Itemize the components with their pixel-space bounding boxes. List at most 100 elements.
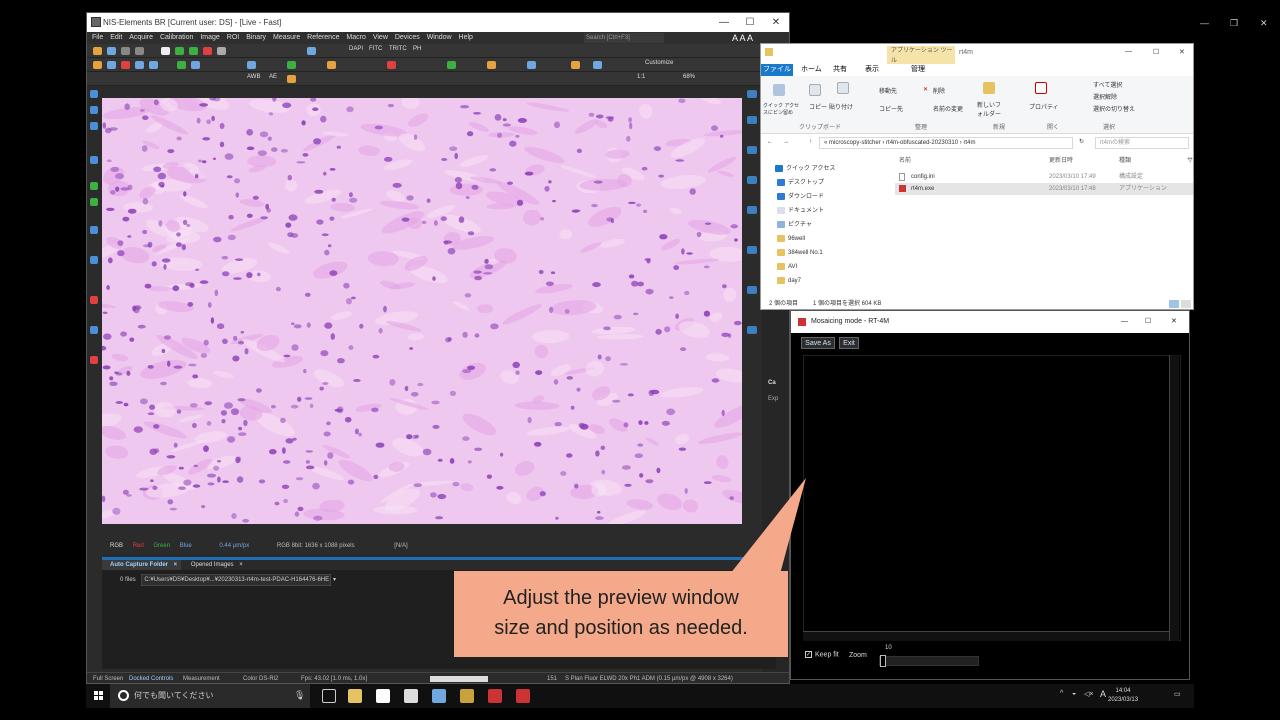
dapi-button[interactable]: DAPI <box>349 46 363 52</box>
open-icon[interactable] <box>93 47 102 55</box>
menu-roi[interactable]: ROI <box>227 34 239 41</box>
ae-button[interactable]: AE <box>269 74 277 80</box>
forward-icon[interactable]: → <box>783 134 789 151</box>
live-icon[interactable] <box>175 47 184 55</box>
windows-start-icon[interactable] <box>94 691 104 701</box>
col-type[interactable]: 種類 <box>1119 155 1131 164</box>
redo-icon[interactable] <box>135 47 144 55</box>
nis-elements-icon[interactable] <box>460 689 474 703</box>
annotation-icon[interactable] <box>90 326 98 334</box>
tab-file[interactable]: ファイル <box>761 64 793 76</box>
pointer-icon[interactable] <box>90 90 98 98</box>
tool-icon[interactable] <box>747 206 757 214</box>
tool-icon[interactable] <box>747 146 757 154</box>
select-all-button[interactable]: すべて選択 <box>1093 80 1122 89</box>
file-row[interactable]: config.ini 2023/03/10 17:49 構成設定 <box>895 171 1191 183</box>
tool-icon[interactable] <box>93 61 102 69</box>
ratio-button[interactable]: 1:1 <box>637 74 645 80</box>
histogram-icon[interactable] <box>287 75 296 83</box>
tool-icon[interactable] <box>747 286 757 294</box>
tab-view[interactable]: 表示 <box>865 64 879 76</box>
fitc-button[interactable]: FITC <box>369 46 382 52</box>
minimize-button[interactable]: — <box>1125 48 1132 55</box>
minimize-icon[interactable]: — <box>1200 18 1209 28</box>
menu-view[interactable]: View <box>373 34 388 41</box>
exit-button[interactable]: Exit <box>839 337 859 349</box>
breadcrumb-1[interactable]: microscopy-stitcher <box>829 140 881 146</box>
tab-home[interactable]: ホーム <box>801 64 822 76</box>
restore-icon[interactable]: ❐ <box>1230 18 1238 29</box>
close-button[interactable]: ✕ <box>1171 311 1177 333</box>
store-icon[interactable] <box>376 689 390 703</box>
col-date[interactable]: 更新日時 <box>1049 155 1073 164</box>
file-explorer-icon[interactable] <box>348 689 362 703</box>
capture-icon[interactable] <box>189 47 198 55</box>
tool-icon[interactable] <box>593 61 602 69</box>
tool-icon[interactable] <box>747 176 757 184</box>
nav-folder[interactable]: AVI <box>777 261 797 273</box>
draw-icon[interactable] <box>90 226 98 234</box>
tab-manage[interactable]: 管理 <box>911 64 925 76</box>
properties-button[interactable]: プロパティ <box>1029 102 1059 111</box>
tool-icon[interactable] <box>247 61 256 69</box>
delete-button[interactable]: 削除 <box>933 86 945 95</box>
nav-folder[interactable]: day7 <box>777 275 801 287</box>
tool-icon[interactable] <box>747 90 757 98</box>
invert-selection-button[interactable]: 選択の切り替え <box>1093 104 1135 113</box>
select-none-button[interactable]: 選択解除 <box>1093 92 1117 101</box>
nav-folder[interactable]: 96well <box>777 233 805 245</box>
menu-help[interactable]: Help <box>459 34 473 41</box>
close-button[interactable]: ✕ <box>1179 48 1185 56</box>
network-icon[interactable]: ◒ <box>1072 690 1076 697</box>
nav-downloads[interactable]: ダウンロード <box>777 191 824 203</box>
refresh-icon[interactable]: ↻ <box>1079 134 1084 151</box>
menu-devices[interactable]: Devices <box>395 34 420 41</box>
up-icon[interactable]: ↑ <box>809 134 812 151</box>
nav-pictures[interactable]: ピクチャ <box>777 219 812 231</box>
tool-icon[interactable] <box>487 61 496 69</box>
maximize-button[interactable]: ☐ <box>1145 311 1151 333</box>
chevron-down-icon[interactable]: ▾ <box>333 577 336 583</box>
pan-icon[interactable] <box>90 122 98 130</box>
rt4m-icon[interactable] <box>516 689 530 703</box>
maximize-button[interactable]: ☐ <box>737 13 763 32</box>
measure-icon[interactable] <box>90 182 98 190</box>
keep-fit-checkbox[interactable]: ✓ Keep fit <box>805 651 839 658</box>
maximize-button[interactable]: ☐ <box>1153 48 1159 56</box>
zoom-percent[interactable]: 68% <box>683 74 695 80</box>
awb-button[interactable]: AWB <box>247 74 260 80</box>
tritc-button[interactable]: TRITC <box>389 46 407 52</box>
customize-button[interactable]: Customize <box>645 60 673 66</box>
back-icon[interactable]: ← <box>767 134 773 151</box>
tab-auto-capture-folder[interactable]: Auto Capture Folder × <box>102 560 182 570</box>
menu-window[interactable]: Window <box>427 34 452 41</box>
menu-edit[interactable]: Edit <box>110 34 122 41</box>
horizontal-scrollbar[interactable] <box>803 631 1169 641</box>
menu-binary[interactable]: Binary <box>246 34 266 41</box>
measure-icon[interactable] <box>90 198 98 206</box>
tab-share[interactable]: 共有 <box>833 64 847 76</box>
menu-calibration[interactable]: Calibration <box>160 34 193 41</box>
address-bar[interactable]: « microscopy-stitcher › rt4m-obfuscated-… <box>819 137 1073 149</box>
tray-chevron-icon[interactable]: ^ <box>1060 690 1063 697</box>
channel-green[interactable]: Green <box>153 543 170 549</box>
copy-to-button[interactable]: コピー先 <box>879 104 903 113</box>
zoom-icon[interactable] <box>90 106 98 114</box>
tool-icon[interactable] <box>149 61 158 69</box>
breadcrumb-2[interactable]: rt4m-obfuscated-20230310 <box>886 140 958 146</box>
taskbar-clock[interactable]: 14:04 2023/03/13 <box>1108 687 1138 705</box>
pin-label[interactable]: クイック アクセスにピン留め <box>763 102 803 116</box>
font-size-labels[interactable]: A A A <box>732 32 753 44</box>
annotation-icon[interactable] <box>90 296 98 304</box>
microphone-icon[interactable]: 🎙 <box>294 690 305 701</box>
channel-red[interactable]: Red <box>133 543 144 549</box>
file-row-selected[interactable]: rt4m.exe 2023/03/10 17:48 アプリケーション <box>895 183 1193 195</box>
tool-icon[interactable] <box>135 61 144 69</box>
col-size[interactable]: サ <box>1187 155 1193 164</box>
menu-reference[interactable]: Reference <box>307 34 339 41</box>
ime-indicator[interactable]: A <box>1100 689 1106 699</box>
mosaic-canvas[interactable] <box>803 355 1181 641</box>
tool-icon[interactable] <box>747 246 757 254</box>
large-icons-view-icon[interactable] <box>1181 300 1191 308</box>
optical-config-icon[interactable] <box>307 47 316 55</box>
